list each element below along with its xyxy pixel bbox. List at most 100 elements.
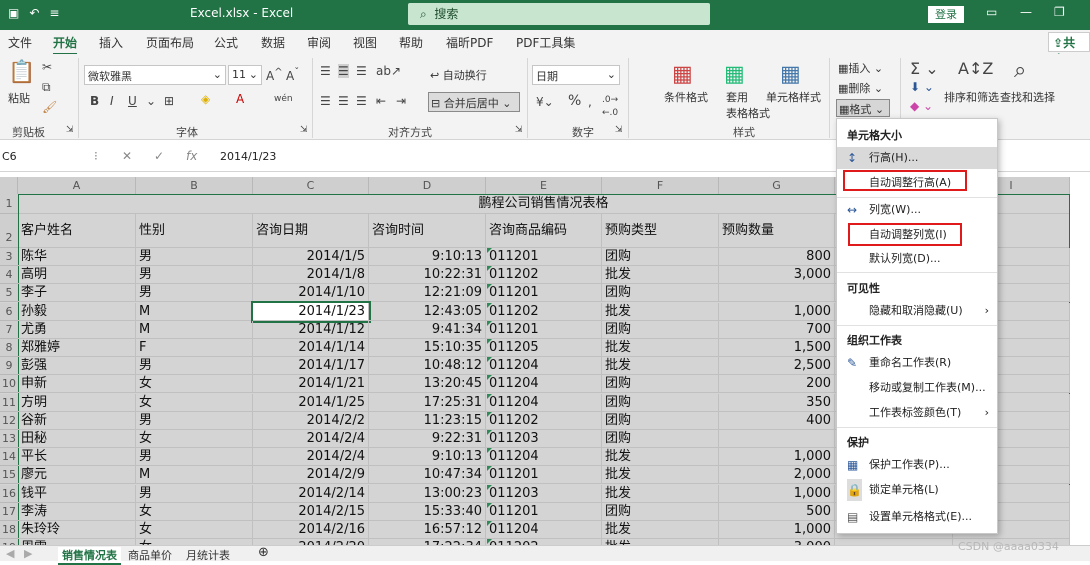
align-top-icon[interactable]: ☰	[320, 64, 331, 78]
data-cell[interactable]: 400	[719, 411, 835, 430]
phonetic-icon[interactable]: wén	[274, 94, 293, 104]
header-cell[interactable]: 预购类型	[602, 214, 719, 248]
data-cell[interactable]: 15:33:40	[369, 502, 486, 521]
conditional-format-button[interactable]: 条件格式	[664, 89, 708, 105]
header-cell[interactable]: 咨询商品编码	[486, 214, 602, 248]
tab-view[interactable]: 视图	[353, 34, 377, 51]
shrink-font-icon[interactable]: Aˇ	[286, 67, 299, 83]
menu-rename-sheet[interactable]: ✎ 重命名工作表(R)	[837, 352, 997, 374]
data-cell[interactable]: 011201	[486, 320, 602, 339]
align-bottom-icon[interactable]: ☰	[356, 64, 367, 78]
data-cell[interactable]: 女	[136, 521, 253, 539]
data-cell[interactable]: 2014/2/4	[253, 448, 369, 467]
paste-button[interactable]: 粘贴	[8, 90, 30, 106]
data-cell[interactable]: 2014/1/25	[253, 393, 369, 412]
data-cell[interactable]: 700	[719, 320, 835, 339]
menu-hide-unhide[interactable]: 隐藏和取消隐藏(U) ›	[837, 300, 997, 322]
col-header-e[interactable]: E	[486, 177, 602, 194]
row-header[interactable]: 4	[0, 266, 18, 285]
insert-cells-button[interactable]: ▦插入 ⌄	[838, 60, 883, 76]
data-cell[interactable]: 批发	[602, 466, 719, 485]
align-middle-icon[interactable]: ☰	[338, 64, 349, 78]
data-cell[interactable]: 2014/1/21	[253, 375, 369, 394]
font-size-select[interactable]: 11 ⌄	[228, 65, 262, 85]
data-cell[interactable]: 孙毅	[18, 302, 136, 321]
data-cell[interactable]: 2014/1/5	[253, 248, 369, 266]
row-header[interactable]: 13	[0, 430, 18, 448]
prev-sheet-icon[interactable]: ◀	[6, 547, 14, 560]
sheet-tab-sales[interactable]: 销售情况表	[58, 547, 121, 565]
number-dialog-launcher-icon[interactable]: ⇲	[615, 125, 623, 135]
decrease-decimal-icon[interactable]: ←.0	[602, 108, 618, 118]
data-cell[interactable]: M	[136, 302, 253, 321]
undo-icon[interactable]: ↶	[29, 6, 39, 20]
autosum-icon[interactable]: Σ ⌄	[910, 59, 939, 78]
row-header[interactable]: 16	[0, 484, 18, 503]
row-header[interactable]: 10	[0, 375, 18, 394]
data-cell[interactable]: 1,000	[719, 521, 835, 539]
tab-file[interactable]: 文件	[8, 34, 32, 51]
header-cell[interactable]: 咨询日期	[253, 214, 369, 248]
data-cell[interactable]: 011205	[486, 339, 602, 357]
data-cell[interactable]: M	[136, 320, 253, 339]
row-header[interactable]: 2	[0, 214, 18, 248]
header-cell[interactable]: 预购数量	[719, 214, 835, 248]
row-header[interactable]: 5	[0, 284, 18, 303]
data-cell[interactable]: 男	[136, 357, 253, 376]
insert-function-icon[interactable]: fx	[186, 149, 197, 163]
data-cell[interactable]: 女	[136, 502, 253, 521]
fill-icon[interactable]: ⬇ ⌄	[910, 80, 934, 94]
tab-help[interactable]: 帮助	[399, 34, 423, 51]
decrease-indent-icon[interactable]: ⇤	[376, 94, 386, 108]
data-cell[interactable]: 3,000	[719, 266, 835, 285]
data-cell[interactable]: 方明	[18, 393, 136, 412]
data-cell[interactable]: 团购	[602, 411, 719, 430]
data-cell[interactable]: 2014/1/17	[253, 357, 369, 376]
data-cell[interactable]	[719, 430, 835, 448]
row-header[interactable]: 3	[0, 248, 18, 266]
row-header[interactable]: 1	[0, 194, 18, 214]
align-center-icon[interactable]: ☰	[338, 94, 349, 108]
row-header[interactable]: 7	[0, 320, 18, 339]
col-header-d[interactable]: D	[369, 177, 486, 194]
cell-style-icon[interactable]: ▦	[780, 62, 801, 87]
data-cell[interactable]: 男	[136, 284, 253, 303]
data-cell[interactable]: 2014/2/4	[253, 430, 369, 448]
data-cell[interactable]: 尤勇	[18, 320, 136, 339]
data-cell[interactable]: 2,000	[719, 466, 835, 485]
save-icon[interactable]: ▣	[8, 6, 19, 20]
data-cell[interactable]: 2014/2/15	[253, 502, 369, 521]
menu-format-cells[interactable]: ▤ 设置单元格格式(E)...	[837, 506, 997, 528]
font-dialog-launcher-icon[interactable]: ⇲	[300, 125, 308, 135]
qat-customize-icon[interactable]: ≡	[49, 6, 59, 20]
share-button[interactable]: ⇪共享	[1048, 32, 1090, 67]
data-cell[interactable]: 批发	[602, 521, 719, 539]
data-cell[interactable]: 2014/2/2	[253, 411, 369, 430]
data-cell[interactable]: 500	[719, 502, 835, 521]
menu-lock-cell[interactable]: 🔒 锁定单元格(L)	[837, 479, 997, 501]
data-cell[interactable]: 女	[136, 430, 253, 448]
data-cell[interactable]: 011204	[486, 448, 602, 467]
data-cell[interactable]: 批发	[602, 302, 719, 321]
align-right-icon[interactable]: ☰	[356, 94, 367, 108]
data-cell[interactable]: 钱平	[18, 484, 136, 503]
data-cell[interactable]: M	[136, 466, 253, 485]
menu-move-copy-sheet[interactable]: 移动或复制工作表(M)...	[837, 377, 997, 399]
align-left-icon[interactable]: ☰	[320, 94, 331, 108]
percent-icon[interactable]: %	[568, 93, 581, 109]
tab-review[interactable]: 审阅	[307, 34, 331, 51]
data-cell[interactable]: 2014/2/9	[253, 466, 369, 485]
data-cell[interactable]: 200	[719, 375, 835, 394]
data-cell[interactable]: 批发	[602, 484, 719, 503]
sort-filter-icon[interactable]: A↕Z	[958, 59, 993, 78]
bold-icon[interactable]: B	[90, 94, 99, 108]
data-cell[interactable]: 谷新	[18, 411, 136, 430]
data-cell[interactable]: 李涛	[18, 502, 136, 521]
wrap-text-button[interactable]: ↩ 自动换行	[430, 67, 487, 83]
clear-icon[interactable]: ◆ ⌄	[910, 99, 933, 113]
data-cell[interactable]: 陈华	[18, 248, 136, 266]
data-cell[interactable]: 2014/1/14	[253, 339, 369, 357]
data-cell[interactable]: 2,500	[719, 357, 835, 376]
data-cell[interactable]: 男	[136, 448, 253, 467]
data-cell[interactable]: 平长	[18, 448, 136, 467]
